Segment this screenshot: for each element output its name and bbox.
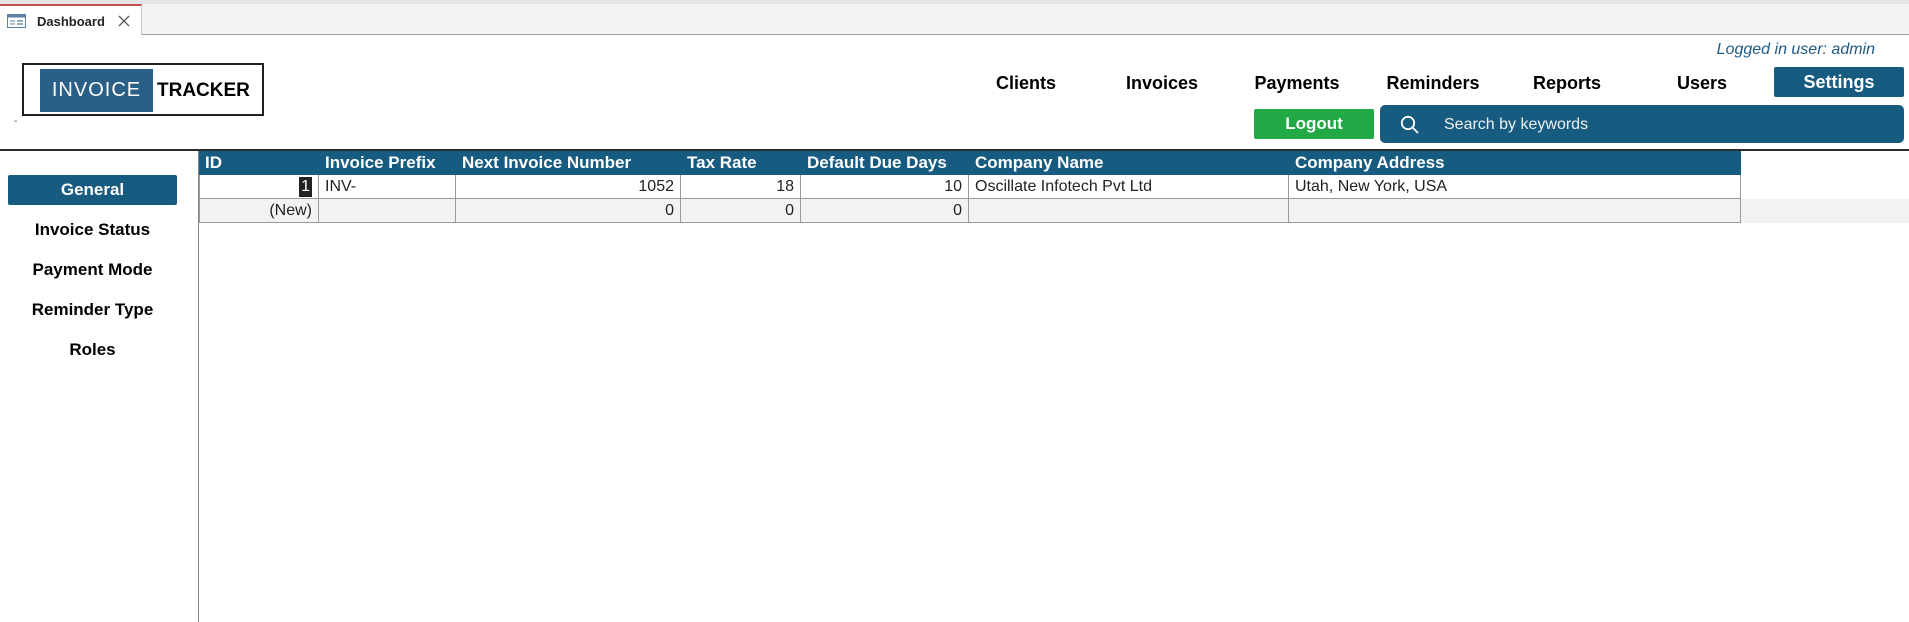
dot-mark: -	[14, 116, 18, 127]
column-header-default-due-days[interactable]: Default Due Days	[801, 151, 969, 175]
cell-id-value: 1	[299, 177, 312, 197]
logout-button[interactable]: Logout	[1254, 109, 1374, 139]
cell-company-address[interactable]: Utah, New York, USA	[1289, 175, 1741, 199]
logo-word-invoice: INVOICE	[40, 69, 153, 112]
app-logo: INVOICE TRACKER	[22, 63, 264, 116]
cell-tax-rate-new[interactable]: 0	[681, 199, 801, 223]
nav-settings[interactable]: Settings	[1774, 67, 1904, 97]
sidebar-item-invoice-status[interactable]: Invoice Status	[8, 215, 177, 245]
sidebar-item-payment-mode[interactable]: Payment Mode	[8, 255, 177, 285]
form-icon	[7, 14, 26, 28]
cell-next-invoice-number[interactable]: 1052	[456, 175, 681, 199]
column-header-next-invoice-number[interactable]: Next Invoice Number	[456, 151, 681, 175]
tab-dashboard[interactable]: Dashboard	[0, 4, 142, 35]
cell-default-due-days[interactable]: 10	[801, 175, 969, 199]
nav-reports[interactable]: Reports	[1517, 70, 1617, 96]
column-header-tax-rate[interactable]: Tax Rate	[681, 151, 801, 175]
document-tabstrip: Dashboard	[0, 4, 1909, 35]
column-header-invoice-prefix[interactable]: Invoice Prefix	[319, 151, 456, 175]
nav-reminders[interactable]: Reminders	[1377, 70, 1489, 96]
sidebar-item-roles[interactable]: Roles	[8, 335, 177, 365]
logo-word-tracker: TRACKER	[157, 80, 250, 101]
tab-label: Dashboard	[37, 14, 105, 29]
search-box	[1380, 105, 1904, 143]
column-header-company-address[interactable]: Company Address	[1289, 151, 1741, 175]
cell-invoice-prefix-new[interactable]	[319, 199, 456, 223]
nav-clients[interactable]: Clients	[976, 70, 1076, 96]
sidebar-item-general[interactable]: General	[8, 175, 177, 205]
table-row-new: (New) 0 0 0	[199, 199, 1741, 223]
cell-default-due-days-new[interactable]: 0	[801, 199, 969, 223]
logged-in-user: Logged in user: admin	[1716, 41, 1875, 58]
search-icon	[1400, 115, 1419, 134]
cell-company-address-new[interactable]	[1289, 199, 1741, 223]
nav-payments[interactable]: Payments	[1247, 70, 1347, 96]
cell-company-name[interactable]: Oscillate Infotech Pvt Ltd	[969, 175, 1289, 199]
close-icon[interactable]	[117, 14, 131, 28]
cell-tax-rate[interactable]: 18	[681, 175, 801, 199]
cell-company-name-new[interactable]	[969, 199, 1289, 223]
table-header: ID Invoice Prefix Next Invoice Number Ta…	[199, 151, 1741, 175]
new-row-background	[1741, 199, 1909, 223]
search-input[interactable]	[1442, 111, 1886, 139]
cell-next-invoice-number-new[interactable]: 0	[456, 199, 681, 223]
nav-invoices[interactable]: Invoices	[1112, 70, 1212, 96]
nav-users[interactable]: Users	[1652, 70, 1752, 96]
table-row: 1 INV- 1052 18 10 Oscillate Infotech Pvt…	[199, 175, 1741, 199]
column-header-company-name[interactable]: Company Name	[969, 151, 1289, 175]
cell-id-new[interactable]: (New)	[199, 199, 319, 223]
cell-id[interactable]: 1	[199, 175, 319, 199]
sidebar-item-reminder-type[interactable]: Reminder Type	[8, 295, 177, 325]
cell-invoice-prefix[interactable]: INV-	[319, 175, 456, 199]
column-header-id[interactable]: ID	[199, 151, 319, 175]
